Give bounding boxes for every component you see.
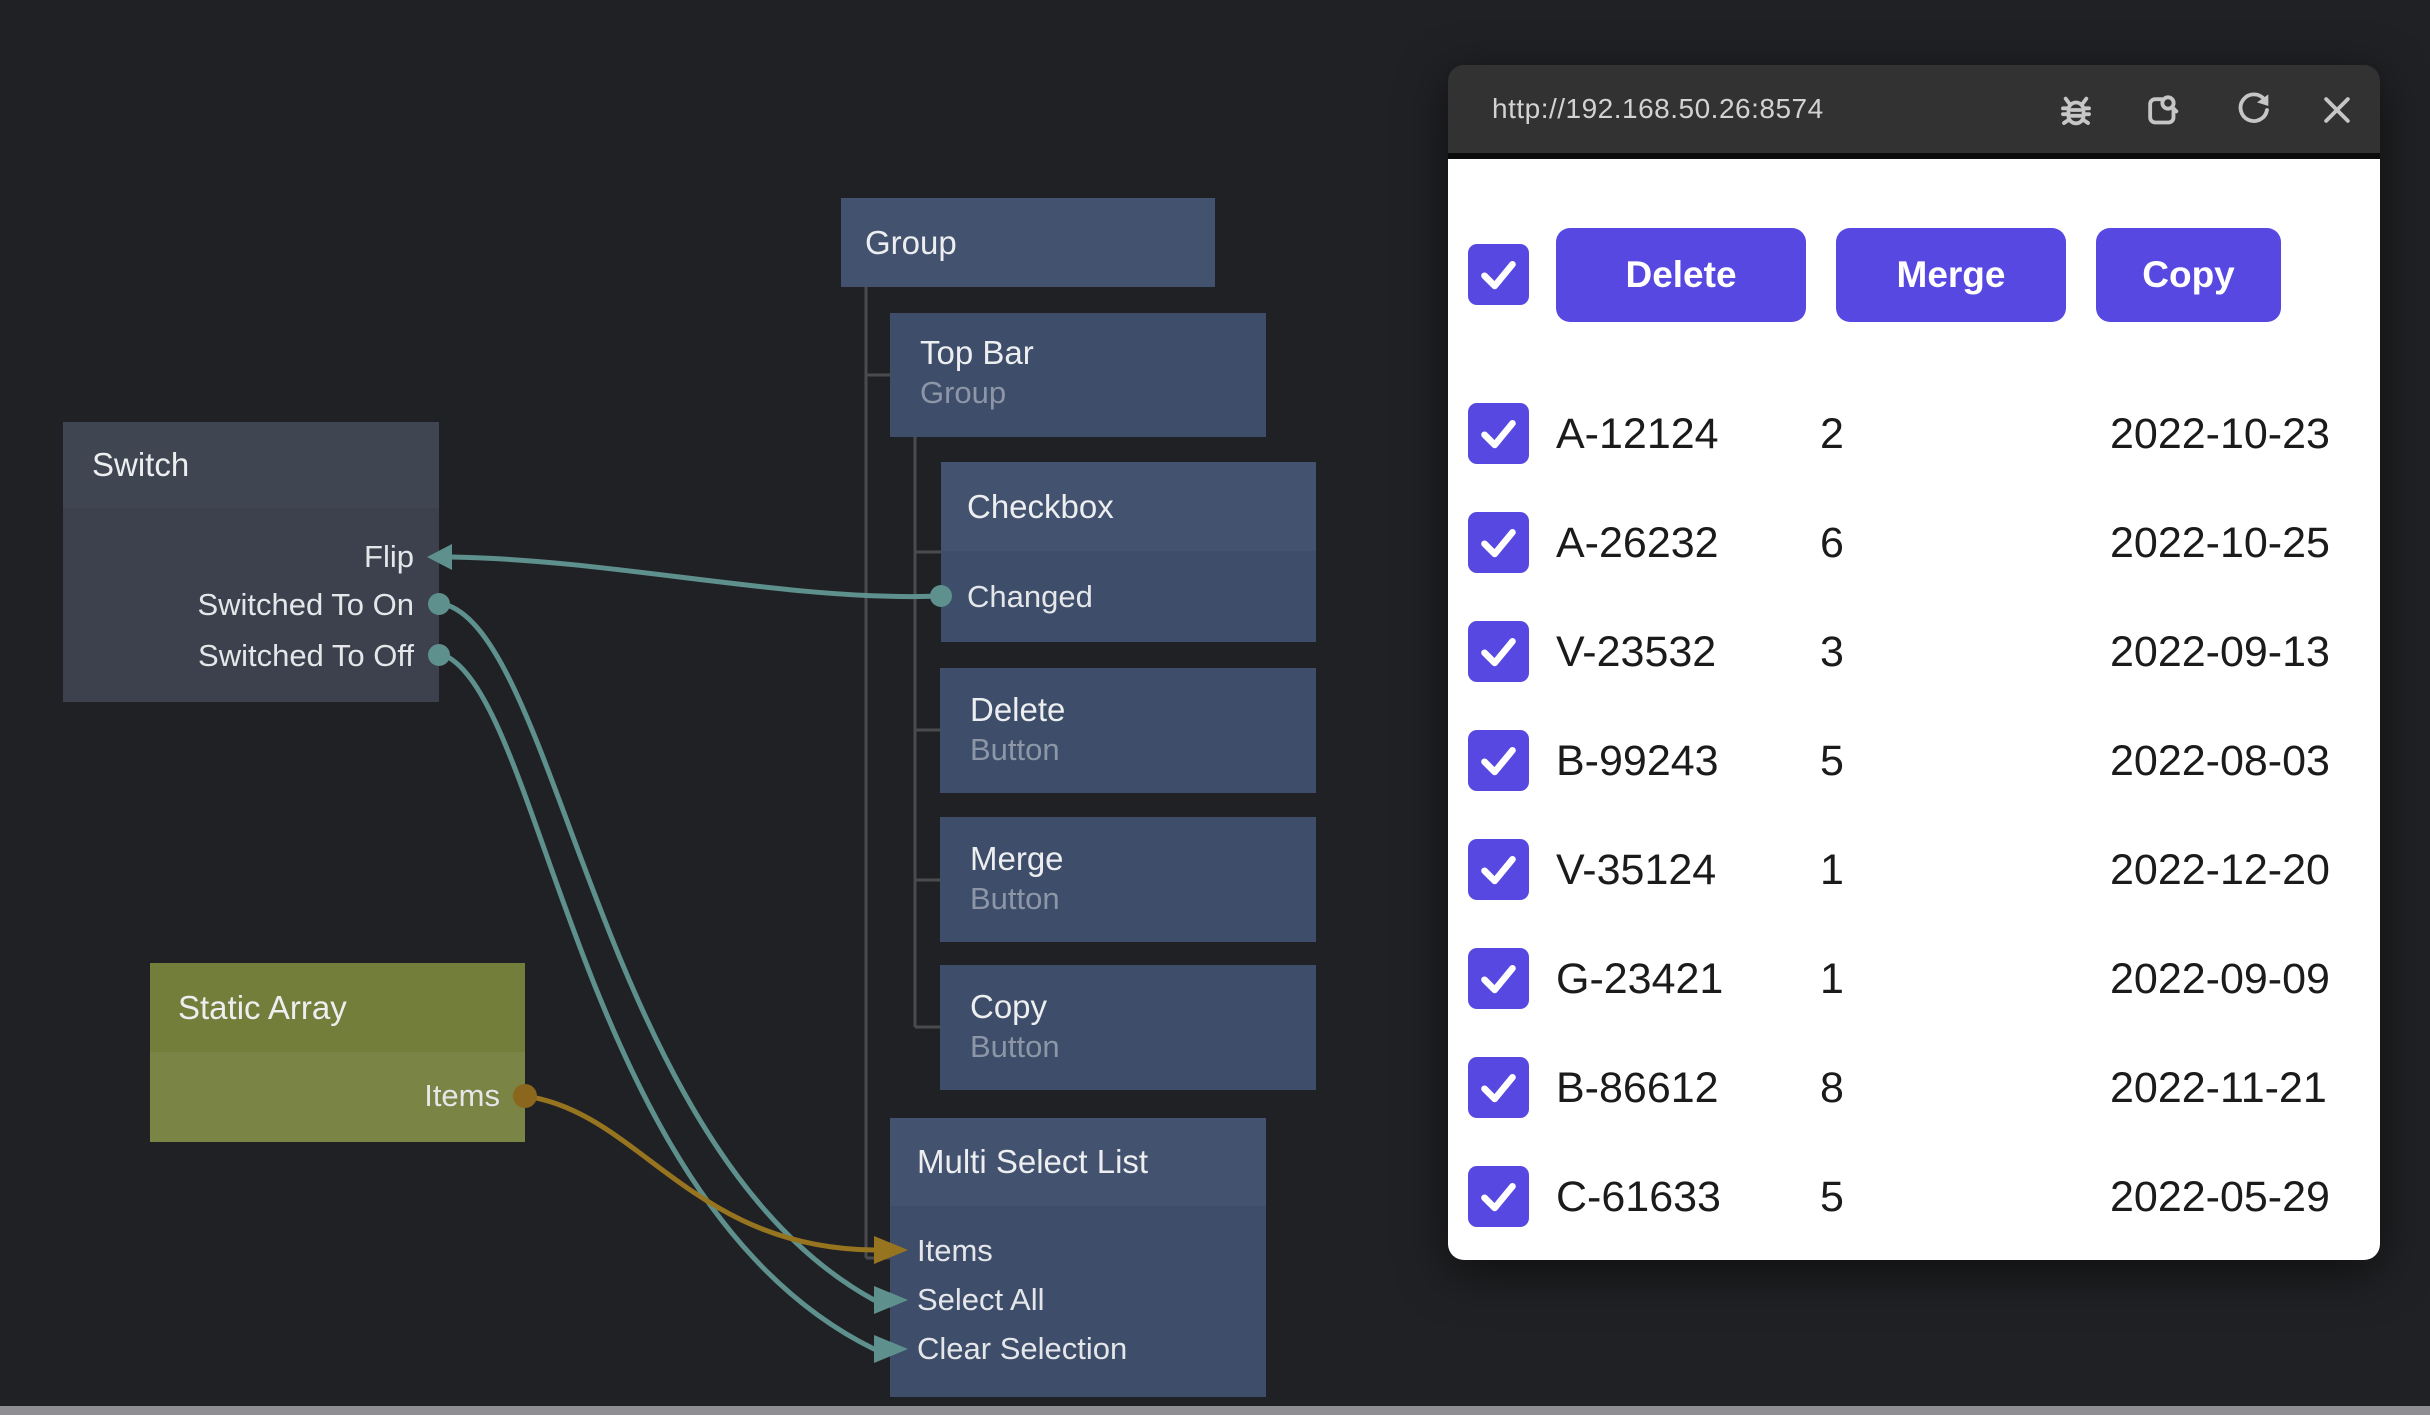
table-row: V-23532 3 2022-09-13	[1448, 621, 2380, 683]
row-checkbox[interactable]	[1468, 512, 1529, 573]
row-id: V-35124	[1556, 839, 1716, 901]
row-checkbox[interactable]	[1468, 948, 1529, 1009]
node-title: Switch	[92, 446, 189, 484]
port-switched-to-on[interactable]: Switched To On	[197, 586, 414, 624]
port-clear-selection[interactable]: Clear Selection	[917, 1330, 1127, 1368]
row-date: 2022-11-21	[2110, 1057, 2327, 1119]
node-top-bar[interactable]: Top Bar Group	[890, 313, 1266, 437]
wire-on-to-select-all	[444, 604, 874, 1300]
node-checkbox-header: Checkbox	[941, 462, 1316, 551]
row-id: G-23421	[1556, 948, 1723, 1010]
row-checkbox[interactable]	[1468, 730, 1529, 791]
row-date: 2022-09-13	[2110, 621, 2330, 683]
bug-icon[interactable]	[2056, 90, 2096, 130]
taskbar-edge	[0, 1406, 2430, 1415]
node-merge-button[interactable]: Merge Button	[940, 817, 1316, 942]
browser-preview-titlebar: http://192.168.50.26:8574	[1448, 65, 2380, 159]
node-title: Merge	[970, 839, 1316, 879]
row-checkbox[interactable]	[1468, 1057, 1529, 1118]
copy-button[interactable]: Copy	[2096, 228, 2281, 322]
port-items[interactable]: Items	[917, 1232, 993, 1270]
row-id: B-99243	[1556, 730, 1719, 792]
row-count: 8	[1820, 1057, 1844, 1119]
row-date: 2022-09-09	[2110, 948, 2330, 1010]
node-array-header: Static Array	[150, 963, 525, 1052]
browser-preview-content: Delete Merge Copy A-12124 2 2022-10-23 A…	[1448, 159, 2380, 1260]
row-id: A-26232	[1556, 512, 1719, 574]
node-subtitle: Button	[970, 1027, 1316, 1067]
node-group[interactable]: Group	[841, 198, 1215, 287]
port-switched-to-off[interactable]: Switched To Off	[198, 637, 414, 675]
url-text: http://192.168.50.26:8574	[1492, 93, 1824, 125]
table-row: C-61633 5 2022-05-29	[1448, 1166, 2380, 1228]
row-checkbox[interactable]	[1468, 1166, 1529, 1227]
row-id: C-61633	[1556, 1166, 1721, 1228]
row-checkbox[interactable]	[1468, 403, 1529, 464]
row-id: B-86612	[1556, 1057, 1719, 1119]
node-title: Copy	[970, 987, 1316, 1027]
node-subtitle: Button	[970, 730, 1316, 770]
row-date: 2022-10-23	[2110, 403, 2330, 465]
node-title: Delete	[970, 690, 1316, 730]
node-title: Multi Select List	[917, 1143, 1148, 1181]
browser-preview-window: http://192.168.50.26:8574	[1448, 65, 2380, 1260]
node-msl-header: Multi Select List	[890, 1118, 1266, 1206]
row-id: V-23532	[1556, 621, 1716, 683]
table-row: A-12124 2 2022-10-23	[1448, 403, 2380, 465]
node-switch[interactable]: Switch Flip Switched To On Switched To O…	[63, 422, 439, 702]
port-flip[interactable]: Flip	[364, 538, 414, 576]
node-switch-header: Switch	[63, 422, 439, 508]
node-multi-select-list[interactable]: Multi Select List Items Select All Clear…	[890, 1118, 1266, 1397]
table-row: B-99243 5 2022-08-03	[1448, 730, 2380, 792]
node-title: Top Bar	[920, 333, 1266, 373]
table-row: A-26232 6 2022-10-25	[1448, 512, 2380, 574]
row-count: 1	[1820, 839, 1844, 901]
node-subtitle: Button	[970, 879, 1316, 919]
table-row: V-35124 1 2022-12-20	[1448, 839, 2380, 901]
node-title: Static Array	[178, 989, 347, 1027]
row-date: 2022-10-25	[2110, 512, 2330, 574]
row-date: 2022-08-03	[2110, 730, 2330, 792]
row-id: A-12124	[1556, 403, 1719, 465]
table-row: G-23421 1 2022-09-09	[1448, 948, 2380, 1010]
wire-items-to-items	[525, 1096, 874, 1250]
port-items-out[interactable]: Items	[424, 1077, 500, 1115]
node-checkbox[interactable]: Checkbox Changed	[941, 462, 1316, 642]
merge-button[interactable]: Merge	[1836, 228, 2066, 322]
row-count: 5	[1820, 730, 1844, 792]
row-checkbox[interactable]	[1468, 839, 1529, 900]
close-icon[interactable]	[2317, 90, 2357, 130]
node-title: Checkbox	[967, 488, 1114, 526]
node-subtitle: Group	[920, 373, 1266, 413]
row-date: 2022-12-20	[2110, 839, 2330, 901]
row-checkbox[interactable]	[1468, 621, 1529, 682]
delete-button[interactable]: Delete	[1556, 228, 1806, 322]
port-select-all[interactable]: Select All	[917, 1281, 1045, 1319]
wire-changed-to-flip	[452, 557, 941, 597]
node-delete-button[interactable]: Delete Button	[940, 668, 1316, 793]
table-row: B-86612 8 2022-11-21	[1448, 1057, 2380, 1119]
row-count: 2	[1820, 403, 1844, 465]
node-copy-button[interactable]: Copy Button	[940, 965, 1316, 1090]
node-static-array[interactable]: Static Array Items	[150, 963, 525, 1142]
node-title: Group	[865, 224, 957, 262]
inspect-page-icon[interactable]	[2141, 90, 2181, 130]
refresh-icon[interactable]	[2232, 90, 2272, 130]
row-count: 5	[1820, 1166, 1844, 1228]
port-changed[interactable]: Changed	[967, 578, 1093, 616]
select-all-checkbox[interactable]	[1468, 244, 1529, 305]
row-count: 3	[1820, 621, 1844, 683]
row-date: 2022-05-29	[2110, 1166, 2330, 1228]
row-count: 6	[1820, 512, 1844, 574]
row-count: 1	[1820, 948, 1844, 1010]
